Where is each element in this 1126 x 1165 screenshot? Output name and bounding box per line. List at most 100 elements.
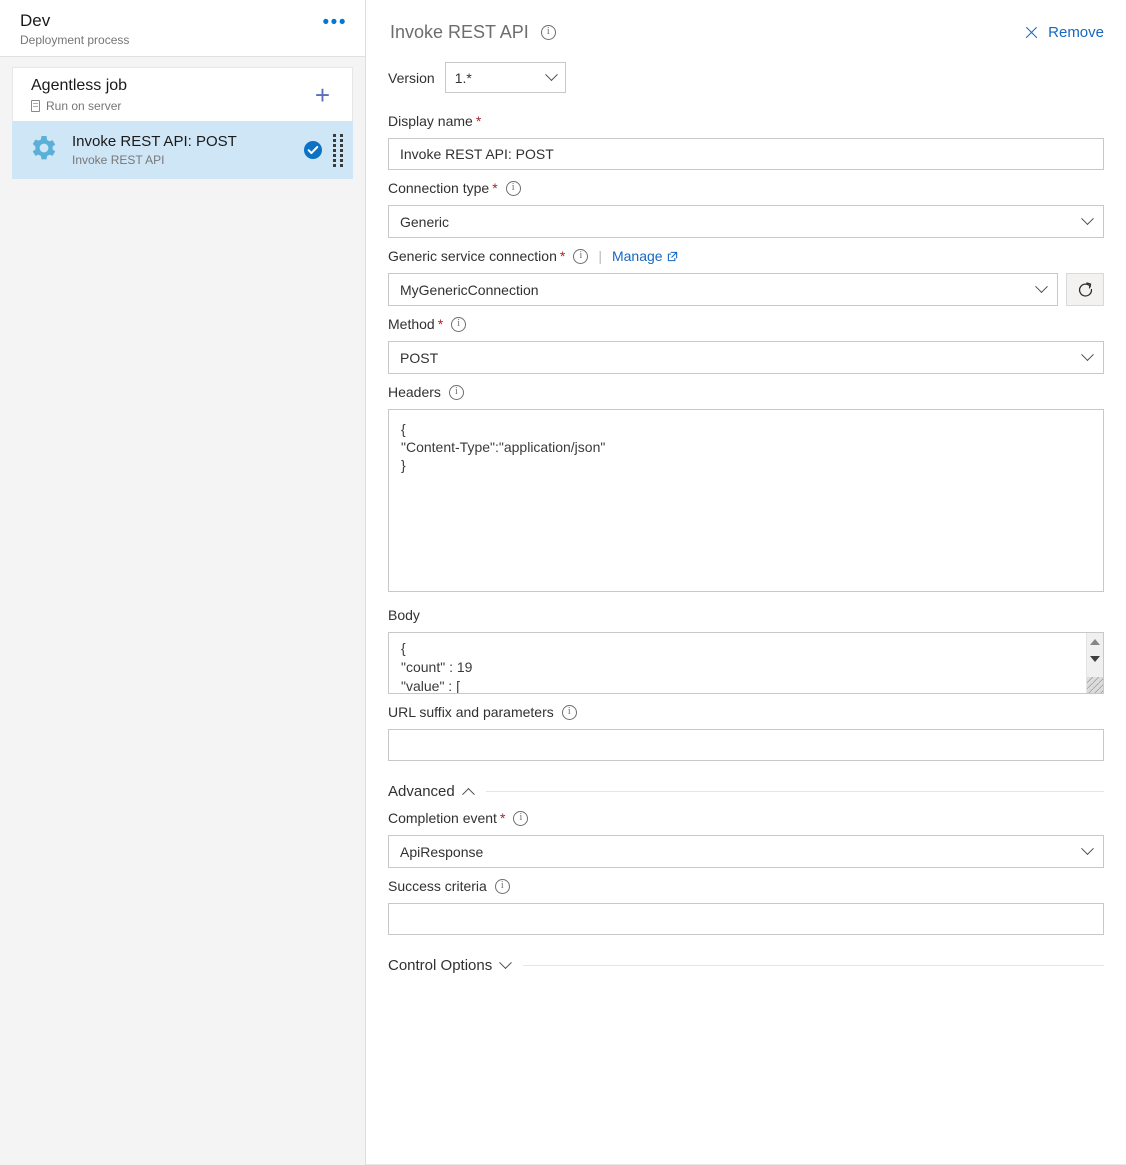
connection-type-label: Connection type: [388, 178, 489, 198]
field-service-connection: Generic service connection * i | Manage: [388, 246, 1104, 306]
completion-event-select[interactable]: ApiResponse: [388, 835, 1104, 868]
section-divider: [523, 965, 1104, 966]
url-suffix-input[interactable]: [388, 729, 1104, 761]
process-header: Dev Deployment process •••: [0, 0, 365, 57]
chevron-down-icon: [1081, 348, 1094, 361]
gear-icon: [28, 132, 60, 169]
info-icon-task[interactable]: i: [541, 25, 556, 40]
completion-event-label-row: Completion event * i: [388, 808, 1104, 828]
task-details-header-left: Invoke REST API i: [390, 20, 556, 44]
required-marker: *: [492, 178, 497, 198]
refresh-icon: [1077, 281, 1094, 298]
section-divider: [486, 791, 1104, 792]
method-value: POST: [400, 350, 438, 366]
connection-type-value: Generic: [400, 214, 449, 230]
body-label-row: Body: [388, 605, 1104, 625]
completion-event-label: Completion event: [388, 808, 497, 828]
method-label-row: Method * i: [388, 314, 1104, 334]
method-select[interactable]: POST: [388, 341, 1104, 374]
info-icon-success-criteria[interactable]: i: [495, 879, 510, 894]
manage-link-label: Manage: [612, 246, 663, 266]
headers-textarea[interactable]: { "Content-Type":"application/json" }: [388, 409, 1104, 592]
server-icon: [31, 100, 40, 112]
label-divider: |: [598, 246, 602, 266]
section-control-options[interactable]: Control Options: [388, 957, 1104, 974]
job-card-text: Agentless job Run on server: [31, 76, 127, 114]
version-select[interactable]: 1.*: [445, 62, 566, 93]
task-details-header: Invoke REST API i Remove: [366, 0, 1126, 44]
completion-event-value: ApiResponse: [400, 844, 483, 860]
more-options-icon[interactable]: •••: [319, 8, 351, 38]
process-header-titles: Dev Deployment process: [20, 8, 129, 48]
version-row: Version 1.*: [366, 44, 1126, 93]
enabled-check-icon[interactable]: [303, 140, 323, 160]
task-form: Display name * Connection type * i Gener…: [366, 93, 1126, 988]
task-list-item-invoke-rest-api[interactable]: Invoke REST API: POST Invoke REST API: [12, 121, 353, 179]
info-icon-url-suffix[interactable]: i: [562, 705, 577, 720]
field-completion-event: Completion event * i ApiResponse: [388, 808, 1104, 868]
drag-handle-icon[interactable]: [331, 133, 345, 167]
success-criteria-input[interactable]: [388, 903, 1104, 935]
bottom-spacer: [388, 978, 1104, 988]
field-body: Body { "count" : 19 "value" : [: [388, 605, 1104, 694]
chevron-up-icon: [462, 788, 475, 801]
remove-button[interactable]: Remove: [1024, 24, 1104, 41]
required-marker: *: [560, 246, 565, 266]
url-suffix-label-row: URL suffix and parameters i: [388, 702, 1104, 722]
success-criteria-label-row: Success criteria i: [388, 876, 1104, 896]
process-subtitle: Deployment process: [20, 32, 129, 48]
headers-label: Headers: [388, 382, 441, 402]
job-title: Agentless job: [31, 76, 127, 96]
manage-link[interactable]: Manage: [612, 246, 678, 266]
field-display-name: Display name *: [388, 111, 1104, 170]
body-textarea-wrapper: { "count" : 19 "value" : [: [388, 632, 1104, 694]
display-name-label-row: Display name *: [388, 111, 1104, 131]
external-link-icon: [667, 251, 678, 262]
body-textarea[interactable]: { "count" : 19 "value" : [: [389, 633, 1086, 693]
resize-grip-icon[interactable]: [1087, 677, 1103, 693]
method-label: Method: [388, 314, 435, 334]
info-icon-service-connection[interactable]: i: [573, 249, 588, 264]
close-icon: [1024, 25, 1039, 40]
display-name-input[interactable]: [388, 138, 1104, 170]
field-connection-type: Connection type * i Generic: [388, 178, 1104, 238]
field-url-suffix: URL suffix and parameters i: [388, 702, 1104, 761]
scroll-up-icon[interactable]: [1087, 633, 1104, 650]
success-criteria-label: Success criteria: [388, 876, 487, 896]
chevron-down-icon: [499, 956, 512, 969]
job-subtitle-row: Run on server: [31, 98, 127, 114]
remove-button-label: Remove: [1048, 24, 1104, 41]
chevron-down-icon: [1081, 212, 1094, 225]
info-icon-headers[interactable]: i: [449, 385, 464, 400]
field-headers: Headers i { "Content-Type":"application/…: [388, 382, 1104, 597]
add-task-icon[interactable]: +: [309, 81, 336, 109]
service-connection-row: MyGenericConnection: [388, 273, 1104, 306]
required-marker: *: [476, 111, 481, 131]
chevron-down-icon: [1035, 280, 1048, 293]
version-label: Version: [388, 70, 435, 86]
pipeline-sidebar: Dev Deployment process ••• Agentless job…: [0, 0, 366, 1165]
required-marker: *: [438, 314, 443, 334]
service-connection-label: Generic service connection: [388, 246, 557, 266]
refresh-button[interactable]: [1066, 273, 1104, 306]
section-advanced-label: Advanced: [388, 783, 455, 800]
job-card-agentless[interactable]: Agentless job Run on server +: [12, 67, 353, 121]
info-icon-method[interactable]: i: [451, 317, 466, 332]
headers-label-row: Headers i: [388, 382, 1104, 402]
field-success-criteria: Success criteria i: [388, 876, 1104, 935]
section-advanced[interactable]: Advanced: [388, 783, 1104, 800]
info-icon-connection-type[interactable]: i: [506, 181, 521, 196]
task-subtitle: Invoke REST API: [72, 152, 303, 168]
version-select-value: 1.*: [455, 70, 472, 86]
service-connection-select[interactable]: MyGenericConnection: [388, 273, 1058, 306]
field-method: Method * i POST: [388, 314, 1104, 374]
task-name: Invoke REST API: POST: [72, 132, 303, 151]
info-icon-completion-event[interactable]: i: [513, 811, 528, 826]
process-title: Dev: [20, 10, 129, 31]
task-details-panel: Invoke REST API i Remove Version 1.* Dis…: [366, 0, 1126, 1165]
required-marker: *: [500, 808, 505, 828]
chevron-down-icon: [545, 68, 558, 81]
chevron-down-icon: [1081, 842, 1094, 855]
scroll-down-icon[interactable]: [1087, 650, 1104, 667]
connection-type-select[interactable]: Generic: [388, 205, 1104, 238]
